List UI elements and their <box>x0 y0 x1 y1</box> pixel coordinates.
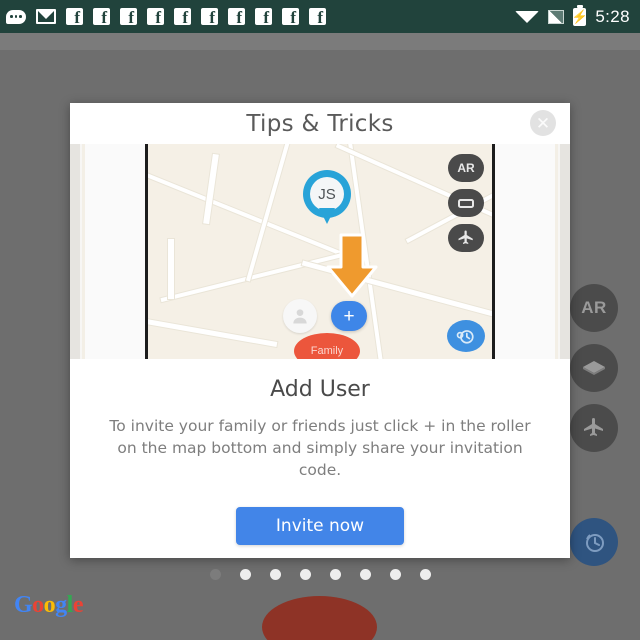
pagination-dot-6[interactable] <box>359 569 371 580</box>
layers-icon <box>458 198 474 208</box>
screenshot-ar-button[interactable]: AR <box>448 154 484 182</box>
pagination-dots[interactable] <box>70 545 570 596</box>
screenshot-frame-line-left <box>145 144 148 359</box>
facebook-icon <box>309 8 326 27</box>
screenshot-layers-button[interactable] <box>448 189 484 217</box>
google-letter-o1: o <box>32 592 44 618</box>
status-bar-system: ⚡ 5:28 <box>515 4 630 27</box>
pagination-dot-1[interactable] <box>209 569 221 580</box>
background-toolbar <box>0 33 640 50</box>
dialog-title: Tips & Tricks <box>246 110 394 137</box>
facebook-icon <box>66 8 83 27</box>
wifi-icon <box>515 10 540 23</box>
status-bar-notifications <box>6 8 515 27</box>
history-icon <box>456 330 474 344</box>
person-icon <box>293 309 307 324</box>
facebook-icon <box>174 8 191 27</box>
screenshot-history-button[interactable] <box>447 320 485 352</box>
layers-icon <box>583 361 605 375</box>
airplane-icon <box>458 230 473 244</box>
screenshot-avatar[interactable] <box>283 299 317 333</box>
facebook-icon <box>282 8 299 27</box>
background-layers-button[interactable] <box>570 344 618 392</box>
history-icon <box>586 534 604 552</box>
google-letter-g: G <box>14 592 33 618</box>
tips-and-tricks-dialog: Tips & Tricks ✕ JS AR + Family Add User … <box>70 103 570 580</box>
tip-heading: Add User <box>270 377 370 402</box>
screenshot-gutter-left <box>85 144 145 359</box>
pagination-dot-2[interactable] <box>239 569 251 580</box>
screenshot-ar-label: AR <box>457 161 475 175</box>
facebook-icon <box>255 8 272 27</box>
pagination-dot-8[interactable] <box>419 569 431 580</box>
background-airplane-button[interactable] <box>570 404 618 452</box>
tip-description: To invite your family or friends just cl… <box>109 417 531 479</box>
plus-icon: + <box>343 305 355 327</box>
dialog-header: Tips & Tricks ✕ <box>70 103 570 144</box>
status-bar: ⚡ 5:28 <box>0 0 640 33</box>
battery-charging-icon: ⚡ <box>571 4 588 26</box>
battery-bolt-glyph: ⚡ <box>571 9 588 24</box>
facebook-icon <box>201 8 218 27</box>
facebook-icon <box>228 8 245 27</box>
google-watermark: Google <box>14 592 84 619</box>
pagination-dot-5[interactable] <box>329 569 341 580</box>
background-ar-label: AR <box>581 298 607 317</box>
pagination-dot-4[interactable] <box>299 569 311 580</box>
background-ar-button[interactable]: AR <box>570 284 618 332</box>
messages-icon <box>6 9 26 24</box>
airplane-icon <box>584 418 603 436</box>
pagination-dot-7[interactable] <box>389 569 401 580</box>
screenshot-add-user-plus-button[interactable]: + <box>331 301 367 331</box>
background-history-button[interactable] <box>570 518 618 566</box>
pin-initials: JS <box>310 177 344 211</box>
screenshot-bezel-right <box>558 144 570 359</box>
screenshot-family-chip[interactable]: Family <box>294 333 360 359</box>
signal-icon <box>548 9 565 24</box>
facebook-icon <box>120 8 137 27</box>
family-chip-label: Family <box>310 345 344 357</box>
map-pin-js[interactable]: JS <box>303 170 351 224</box>
google-letter-o2: o <box>43 592 56 618</box>
screenshot-gutter-right <box>495 144 555 359</box>
phone-screen: ⚡ 5:28 AR <box>0 0 640 640</box>
close-icon[interactable]: ✕ <box>530 110 556 136</box>
pin-tip <box>319 208 335 224</box>
screenshot-map-canvas: JS AR + Family <box>148 144 492 359</box>
tutorial-screenshot: JS AR + Family <box>70 144 570 359</box>
screenshot-airplane-button[interactable] <box>448 224 484 252</box>
down-arrow-annotation <box>326 233 378 298</box>
google-letter-g2: g <box>55 592 67 618</box>
close-glyph: ✕ <box>535 113 551 133</box>
facebook-icon <box>93 8 110 27</box>
facebook-icon <box>147 8 164 27</box>
clock-time: 5:28 <box>595 6 630 26</box>
gmail-icon <box>36 9 56 24</box>
invite-now-button[interactable]: Invite now <box>236 507 404 545</box>
screenshot-frame-line-right <box>492 144 495 359</box>
screenshot-bezel-left <box>70 144 82 359</box>
dialog-body: Add User To invite your family or friend… <box>70 359 570 545</box>
pagination-dot-3[interactable] <box>269 569 281 580</box>
